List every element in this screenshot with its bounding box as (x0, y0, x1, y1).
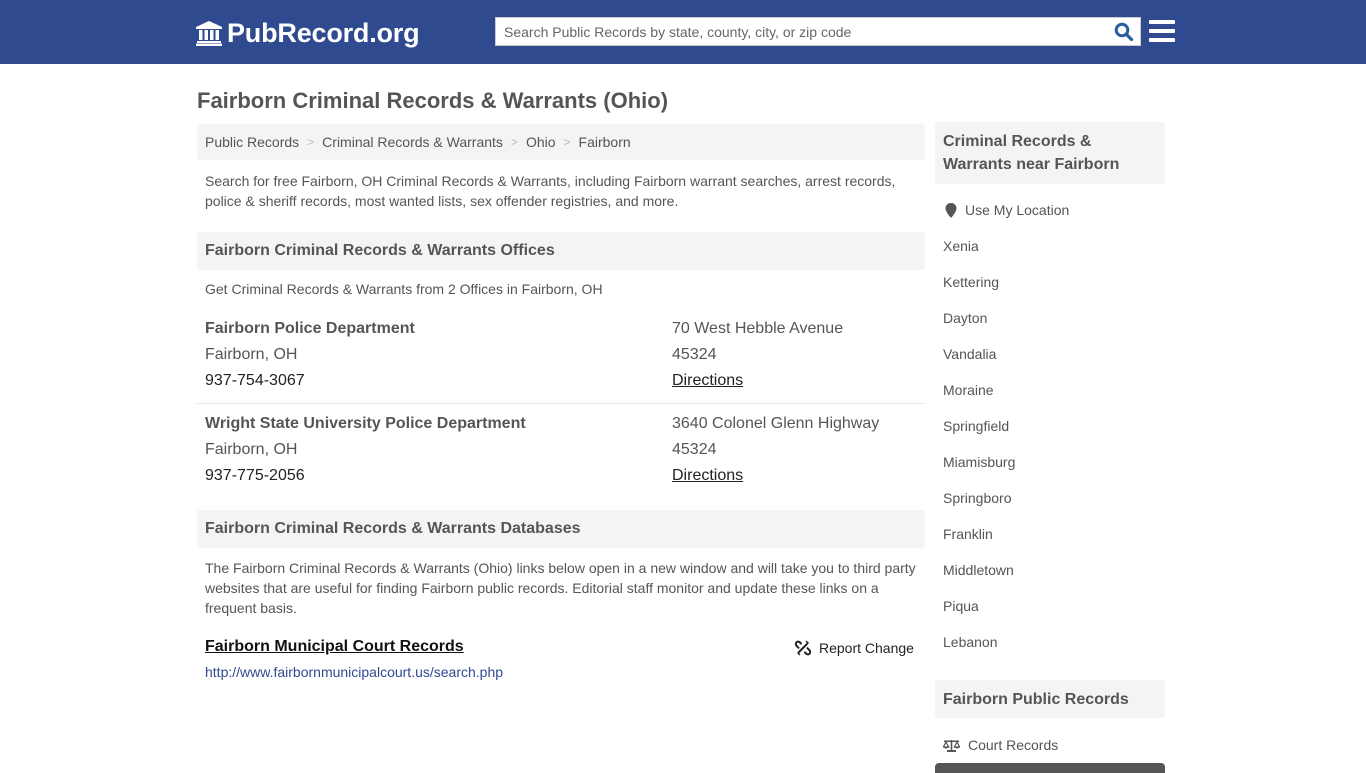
nearby-city-link[interactable]: Miamisburg (943, 452, 1015, 472)
intro-text: Search for free Fairborn, OH Criminal Re… (205, 173, 896, 209)
nearby-city-link[interactable]: Franklin (943, 524, 993, 544)
page-title: Fairborn Criminal Records & Warrants (Oh… (197, 88, 669, 113)
office-zip: 45324 (672, 346, 717, 363)
office-listing: Fairborn Police Department Fairborn, OH … (197, 316, 925, 411)
nearby-city-link[interactable]: Dayton (943, 308, 987, 328)
database-link-url[interactable]: http://www.fairbornmunicipalcourt.us/sea… (205, 664, 503, 680)
nearby-city-link[interactable]: Vandalia (943, 344, 996, 364)
report-change-label: Report Change (819, 640, 914, 656)
search-button[interactable] (1108, 18, 1140, 45)
offices-subtitle: Get Criminal Records & Warrants from 2 O… (205, 281, 603, 297)
nearby-city-link[interactable]: Moraine (943, 380, 994, 400)
breadcrumb-public-records[interactable]: Public Records (205, 134, 299, 150)
breadcrumb-separator: > (563, 135, 571, 149)
database-link-title[interactable]: Fairborn Municipal Court Records (205, 638, 464, 656)
breadcrumb-separator: > (510, 135, 518, 149)
top-navbar: PubRecord.org (0, 0, 1366, 64)
nearby-city-link[interactable]: Lebanon (943, 632, 998, 652)
databases-description: The Fairborn Criminal Records & Warrants… (205, 560, 916, 616)
public-records-heading: Fairborn Public Records (935, 680, 1165, 718)
search-icon (1114, 22, 1134, 41)
use-my-location-label: Use My Location (965, 202, 1070, 218)
office-address: 70 West Hebble Avenue (672, 320, 844, 337)
court-records-label: Court Records (968, 737, 1059, 753)
nearby-city-link[interactable]: Middletown (943, 560, 1014, 580)
breadcrumb: Public Records > Criminal Records & Warr… (197, 124, 925, 160)
office-name: Wright State University Police Departmen… (205, 415, 526, 432)
office-address: 3640 Colonel Glenn Highway (672, 415, 880, 432)
nearby-city-link[interactable]: Piqua (943, 596, 979, 616)
unlink-icon (795, 640, 811, 656)
court-records-link[interactable]: Court Records (943, 735, 1058, 755)
hamburger-menu-button[interactable] (1149, 18, 1175, 44)
site-logo[interactable]: PubRecord.org (195, 16, 420, 50)
divider (197, 403, 925, 404)
breadcrumb-ohio[interactable]: Ohio (526, 134, 556, 150)
office-name: Fairborn Police Department (205, 320, 415, 337)
nearby-city-link[interactable]: Kettering (943, 272, 999, 292)
directions-link[interactable]: Directions (672, 368, 843, 394)
databases-heading: Fairborn Criminal Records & Warrants Dat… (197, 510, 925, 548)
office-phone[interactable]: 937-775-2056 (205, 463, 526, 489)
breadcrumb-criminal-records[interactable]: Criminal Records & Warrants (322, 134, 503, 150)
nearby-city-link[interactable]: Springfield (943, 416, 1009, 436)
menu-bar (1149, 38, 1175, 42)
brand-name: PubRecord.org (227, 17, 420, 48)
use-my-location-link[interactable]: Use My Location (945, 200, 1069, 220)
menu-bar (1149, 29, 1175, 33)
nearby-city-link[interactable]: Xenia (943, 236, 979, 256)
report-change-button[interactable]: Report Change (795, 638, 914, 658)
search-input[interactable] (496, 18, 1108, 45)
offices-heading: Fairborn Criminal Records & Warrants Off… (197, 232, 925, 270)
map-marker-icon (945, 202, 957, 218)
nearby-heading: Criminal Records & Warrants near Fairbor… (935, 122, 1165, 184)
office-phone[interactable]: 937-754-3067 (205, 368, 415, 394)
office-city: Fairborn, OH (205, 346, 298, 363)
sidebar-active-item[interactable] (935, 763, 1165, 773)
balance-scale-icon (943, 739, 960, 752)
office-zip: 45324 (672, 441, 717, 458)
breadcrumb-fairborn[interactable]: Fairborn (579, 134, 631, 150)
menu-bar (1149, 20, 1175, 24)
breadcrumb-separator: > (307, 135, 315, 149)
office-city: Fairborn, OH (205, 441, 298, 458)
nearby-city-link[interactable]: Springboro (943, 488, 1012, 508)
directions-link[interactable]: Directions (672, 463, 879, 489)
office-listing: Wright State University Police Departmen… (197, 411, 925, 506)
search-bar (495, 17, 1141, 46)
landmark-icon (196, 21, 222, 46)
